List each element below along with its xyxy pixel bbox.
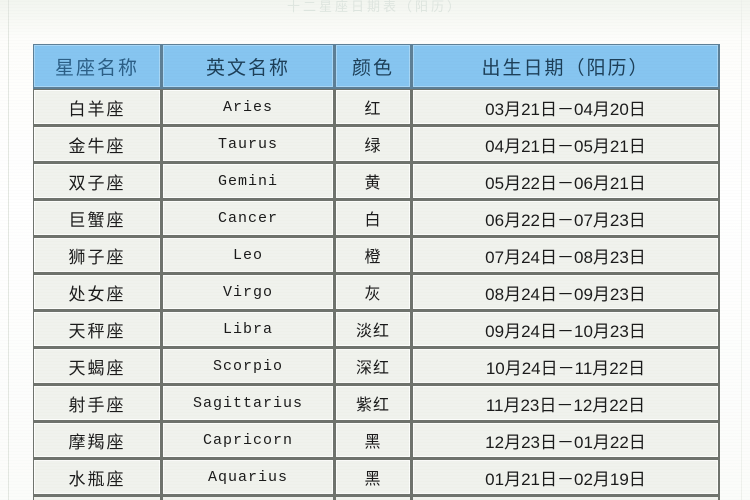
column-header-zodiac-name: 星座名称 — [33, 44, 162, 89]
cell-english-name: Cancer — [162, 200, 335, 237]
table-row: 水瓶座 Aquarius 黑 01月21日－02月19日 — [33, 459, 720, 496]
cell-zodiac-name: 处女座 — [33, 274, 162, 311]
cell-color: 深红 — [335, 348, 412, 385]
table-row: 金牛座 Taurus 绿 04月21日－05月21日 — [33, 126, 720, 163]
clipped-next-row — [33, 496, 720, 500]
cell-english-name: Scorpio — [162, 348, 335, 385]
cell-english-name: Aquarius — [162, 459, 335, 496]
screenshot-root: 十二星座日期表（阳历） 星座名称 英文名称 颜色 出生日期（阳历） 白羊座 Ar… — [0, 0, 750, 500]
cell-color: 白 — [335, 200, 412, 237]
cell-birth-date: 09月24日－10月23日 — [412, 311, 720, 348]
zodiac-table: 星座名称 英文名称 颜色 出生日期（阳历） 白羊座 Aries 红 03月21日… — [33, 44, 720, 496]
clipped-cell-zodiac-name — [33, 496, 162, 500]
cell-color: 绿 — [335, 126, 412, 163]
cell-zodiac-name: 狮子座 — [33, 237, 162, 274]
page-top-caption: 十二星座日期表（阳历） — [286, 0, 463, 13]
cell-birth-date: 10月24日－11月22日 — [412, 348, 720, 385]
cell-english-name: Leo — [162, 237, 335, 274]
table-row: 天蝎座 Scorpio 深红 10月24日－11月22日 — [33, 348, 720, 385]
cell-color: 紫红 — [335, 385, 412, 422]
clipped-cell-english-name — [162, 496, 335, 500]
cell-birth-date: 12月23日－01月22日 — [412, 422, 720, 459]
cell-english-name: Sagittarius — [162, 385, 335, 422]
cell-birth-date: 11月23日－12月22日 — [412, 385, 720, 422]
table-row: 双子座 Gemini 黄 05月22日－06月21日 — [33, 163, 720, 200]
cell-birth-date: 08月24日－09月23日 — [412, 274, 720, 311]
column-header-birth-date: 出生日期（阳历） — [412, 44, 720, 89]
cell-color: 灰 — [335, 274, 412, 311]
cell-english-name: Taurus — [162, 126, 335, 163]
clipped-cell-color — [335, 496, 412, 500]
cell-color: 黄 — [335, 163, 412, 200]
cell-english-name: Gemini — [162, 163, 335, 200]
cell-zodiac-name: 巨蟹座 — [33, 200, 162, 237]
table-row: 狮子座 Leo 橙 07月24日－08月23日 — [33, 237, 720, 274]
table-row: 白羊座 Aries 红 03月21日－04月20日 — [33, 89, 720, 126]
cell-birth-date: 03月21日－04月20日 — [412, 89, 720, 126]
page-right-rule — [741, 0, 742, 500]
cell-english-name: Capricorn — [162, 422, 335, 459]
cell-birth-date: 07月24日－08月23日 — [412, 237, 720, 274]
table-body: 白羊座 Aries 红 03月21日－04月20日 金牛座 Taurus 绿 0… — [33, 89, 720, 496]
table-row: 处女座 Virgo 灰 08月24日－09月23日 — [33, 274, 720, 311]
cell-birth-date: 06月22日－07月23日 — [412, 200, 720, 237]
cell-color: 橙 — [335, 237, 412, 274]
cell-english-name: Libra — [162, 311, 335, 348]
cell-english-name: Aries — [162, 89, 335, 126]
table-row: 巨蟹座 Cancer 白 06月22日－07月23日 — [33, 200, 720, 237]
table-row: 天秤座 Libra 淡红 09月24日－10月23日 — [33, 311, 720, 348]
cell-zodiac-name: 射手座 — [33, 385, 162, 422]
column-header-color: 颜色 — [335, 44, 412, 89]
column-header-english-name: 英文名称 — [162, 44, 335, 89]
cell-zodiac-name: 金牛座 — [33, 126, 162, 163]
cell-birth-date: 04月21日－05月21日 — [412, 126, 720, 163]
cell-zodiac-name: 摩羯座 — [33, 422, 162, 459]
zodiac-table-container: 星座名称 英文名称 颜色 出生日期（阳历） 白羊座 Aries 红 03月21日… — [33, 44, 720, 496]
table-row: 摩羯座 Capricorn 黑 12月23日－01月22日 — [33, 422, 720, 459]
table-row: 射手座 Sagittarius 紫红 11月23日－12月22日 — [33, 385, 720, 422]
cell-birth-date: 01月21日－02月19日 — [412, 459, 720, 496]
cell-birth-date: 05月22日－06月21日 — [412, 163, 720, 200]
cell-color: 淡红 — [335, 311, 412, 348]
page-left-rule — [8, 0, 9, 500]
cell-zodiac-name: 双子座 — [33, 163, 162, 200]
cell-color: 红 — [335, 89, 412, 126]
cell-zodiac-name: 天蝎座 — [33, 348, 162, 385]
cell-zodiac-name: 水瓶座 — [33, 459, 162, 496]
cell-zodiac-name: 白羊座 — [33, 89, 162, 126]
clipped-cell-birth-date — [412, 496, 720, 500]
table-header-row: 星座名称 英文名称 颜色 出生日期（阳历） — [33, 44, 720, 89]
cell-color: 黑 — [335, 422, 412, 459]
cell-zodiac-name: 天秤座 — [33, 311, 162, 348]
cell-color: 黑 — [335, 459, 412, 496]
cell-english-name: Virgo — [162, 274, 335, 311]
